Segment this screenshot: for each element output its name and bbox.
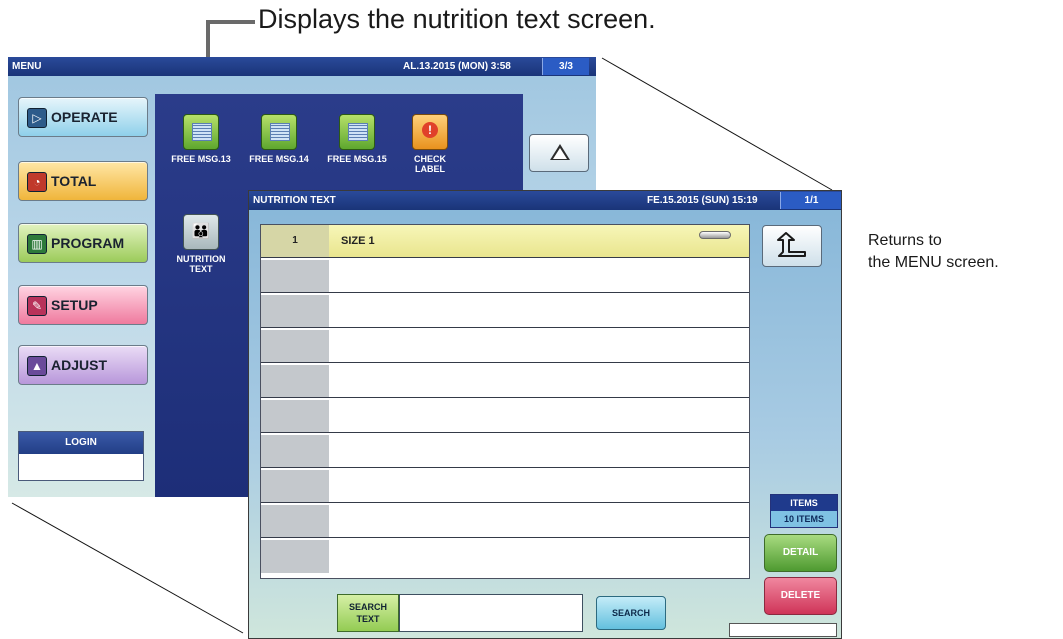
- nutrition-title-bar: NUTRITION TEXT FE.15.2015 (SUN) 15:19 1/…: [249, 191, 841, 210]
- row-number: [261, 435, 329, 467]
- free-msg-icon: [261, 114, 297, 150]
- total-icon: ◔: [27, 172, 47, 192]
- return-callout: Returns to the MENU screen.: [868, 230, 1058, 274]
- adjust-label: ADJUST: [51, 357, 108, 373]
- zoom-line-top: [601, 57, 833, 191]
- setup-icon: ✎: [27, 296, 47, 316]
- app-label: CHECK LABEL: [413, 154, 446, 174]
- nutrition-text-screen: NUTRITION TEXT FE.15.2015 (SUN) 15:19 1/…: [248, 190, 842, 639]
- page-up-button[interactable]: [529, 134, 589, 172]
- app-label: FREE MSG.14: [249, 154, 309, 164]
- row-number: [261, 540, 329, 573]
- menu-page-indicator: 3/3: [542, 58, 589, 75]
- row-number: [261, 505, 329, 537]
- adjust-button[interactable]: ▲ ADJUST: [18, 345, 148, 385]
- table-row[interactable]: [261, 365, 749, 398]
- search-input[interactable]: [399, 594, 583, 632]
- row-text: [329, 400, 749, 432]
- table-row[interactable]: [261, 505, 749, 538]
- up-arrow-icon: [550, 144, 570, 160]
- setup-label: SETUP: [51, 297, 98, 313]
- row-text: [329, 260, 749, 292]
- detail-button[interactable]: DETAIL: [764, 534, 837, 572]
- check-label-icon: !: [412, 114, 448, 150]
- menu-datetime: AL.13.2015 (MON) 3:58: [403, 61, 511, 72]
- free-msg-icon: [339, 114, 375, 150]
- menu-title-bar: MENU AL.13.2015 (MON) 3:58 3/3: [8, 57, 596, 76]
- items-label: ITEMS: [771, 495, 837, 511]
- app-nutrition-text[interactable]: 👪 NUTRITION TEXT: [171, 214, 231, 274]
- setup-button[interactable]: ✎ SETUP: [18, 285, 148, 325]
- items-count: 10 ITEMS: [771, 511, 837, 527]
- row-number: [261, 260, 329, 292]
- row-text: [329, 505, 749, 537]
- row-handle-icon: [699, 231, 731, 239]
- table-row[interactable]: [261, 330, 749, 363]
- return-arrow-icon: [777, 232, 806, 257]
- table-row[interactable]: [261, 260, 749, 293]
- adjust-icon: ▲: [27, 356, 47, 376]
- nutrition-text-icon: 👪: [183, 214, 219, 250]
- status-field: [729, 623, 837, 637]
- row-text: [329, 540, 749, 573]
- app-label: FREE MSG.13: [171, 154, 231, 164]
- return-button[interactable]: [762, 225, 822, 267]
- table-row[interactable]: [261, 540, 749, 573]
- row-text: [329, 330, 749, 362]
- search-text-label: SEARCH TEXT: [337, 594, 399, 632]
- nutrition-title: NUTRITION TEXT: [253, 195, 336, 206]
- table-row[interactable]: 1 SIZE 1: [261, 225, 749, 258]
- app-free-msg-13[interactable]: FREE MSG.13: [165, 114, 237, 164]
- operate-button[interactable]: ▷ OPERATE: [18, 97, 148, 137]
- return-callout-line1: Returns to: [868, 232, 942, 249]
- nutrition-text-callout: Displays the nutrition text screen.: [258, 4, 656, 34]
- program-label: PROGRAM: [51, 235, 125, 251]
- app-label: NUTRITION TEXT: [176, 254, 226, 274]
- row-number: [261, 365, 329, 397]
- zoom-line-bottom: [11, 502, 244, 634]
- nutrition-datetime: FE.15.2015 (SUN) 15:19: [647, 195, 758, 206]
- row-number: [261, 295, 329, 327]
- menu-title: MENU: [12, 61, 42, 72]
- free-msg-icon: [183, 114, 219, 150]
- total-button[interactable]: ◔ TOTAL: [18, 161, 148, 201]
- app-label: FREE MSG.15: [327, 154, 387, 164]
- row-number: [261, 470, 329, 502]
- row-number: 1: [261, 225, 329, 257]
- login-label: LOGIN: [19, 432, 143, 454]
- table-row[interactable]: [261, 400, 749, 433]
- program-icon: ▥: [27, 234, 47, 254]
- search-button[interactable]: SEARCH: [596, 596, 666, 630]
- table-row[interactable]: [261, 295, 749, 328]
- app-check-label[interactable]: ! CHECK LABEL: [399, 114, 461, 174]
- program-button[interactable]: ▥ PROGRAM: [18, 223, 148, 263]
- delete-button[interactable]: DELETE: [764, 577, 837, 615]
- row-text: [329, 365, 749, 397]
- row-number: [261, 330, 329, 362]
- row-number: [261, 400, 329, 432]
- row-text: [329, 470, 749, 502]
- login-box[interactable]: LOGIN: [18, 431, 144, 481]
- items-counter: ITEMS 10 ITEMS: [770, 494, 838, 528]
- row-text: [329, 435, 749, 467]
- operate-label: OPERATE: [51, 109, 118, 125]
- app-free-msg-15[interactable]: FREE MSG.15: [321, 114, 393, 164]
- nutrition-page-indicator: 1/1: [780, 192, 841, 209]
- table-row[interactable]: [261, 470, 749, 503]
- row-text: [329, 295, 749, 327]
- row-text: SIZE 1: [329, 225, 749, 257]
- operate-icon: ▷: [27, 108, 47, 128]
- table-row[interactable]: [261, 435, 749, 468]
- app-free-msg-14[interactable]: FREE MSG.14: [243, 114, 315, 164]
- return-callout-line2: the MENU screen.: [868, 254, 999, 271]
- total-label: TOTAL: [51, 173, 97, 189]
- nutrition-text-list: 1 SIZE 1: [260, 224, 750, 579]
